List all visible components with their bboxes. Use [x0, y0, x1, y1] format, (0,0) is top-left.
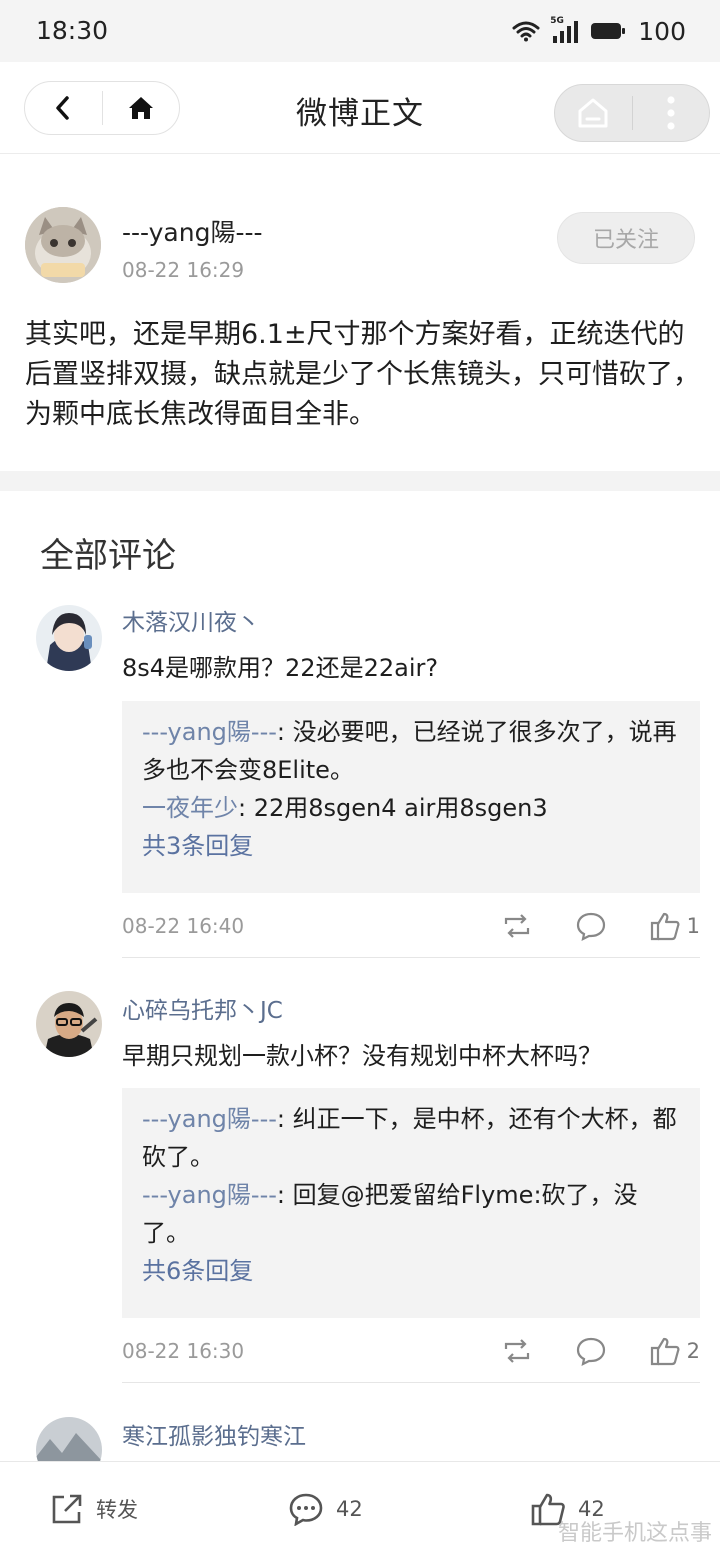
comment-username[interactable]: 寒江孤影独钓寒江: [122, 1417, 306, 1451]
comment-icon: [289, 1493, 323, 1526]
reply-line: ---yang陽---: 回复@把爱留给Flyme:砍了，没了。: [142, 1176, 680, 1252]
repost-label: 转发: [96, 1498, 138, 1522]
follow-button[interactable]: 已关注: [557, 212, 695, 264]
more-replies-link[interactable]: 共6条回复: [142, 1252, 680, 1290]
comment-avatar[interactable]: [36, 605, 102, 671]
comment-actions: 2: [459, 1331, 700, 1371]
comment-text: 早期只规划一款小杯？没有规划中杯大杯吗？: [122, 1042, 602, 1070]
house-outline-icon: [578, 98, 608, 128]
comment-avatar[interactable]: [36, 1417, 102, 1461]
reply-line: 一夜年少: 22用8sgen4 air用8sgen3: [142, 789, 680, 827]
reply-username[interactable]: ---yang陽---: [142, 1181, 277, 1209]
thumbs-up-icon: [650, 1337, 680, 1366]
comment-bubble-icon: [576, 1337, 605, 1366]
like-button[interactable]: 2: [649, 1336, 700, 1366]
comment-actions: 1: [459, 906, 700, 946]
share-icon: [52, 1494, 82, 1524]
more-button[interactable]: [633, 84, 710, 142]
mini-home-button[interactable]: [555, 84, 632, 142]
like-button[interactable]: 1: [649, 911, 700, 941]
comments-title: 全部评论: [40, 536, 176, 576]
battery-level: 100: [638, 16, 686, 46]
comment-divider: [122, 1382, 700, 1383]
comment-divider: [122, 957, 700, 958]
repost-icon: [504, 914, 529, 938]
post-text: 其实吧，还是早期6.1±尺寸那个方案好看，正统迭代的后置竖排双摄，缺点就是少了个…: [25, 319, 700, 430]
watermark-text: 智能手机这点事: [557, 1521, 712, 1546]
author-avatar[interactable]: [25, 207, 101, 283]
repost-icon: [504, 1339, 529, 1363]
comment-avatar[interactable]: [36, 991, 102, 1057]
comment-meta: 08-22 16:30 2: [122, 1331, 700, 1371]
status-icons: 5G 100: [512, 16, 686, 46]
more-vertical-icon: [667, 96, 675, 130]
repost-button[interactable]: [501, 1338, 533, 1364]
comment-meta: 08-22 16:40 1: [122, 906, 700, 946]
post-time: 08-22 16:29: [122, 258, 245, 282]
like-count: 1: [686, 914, 700, 938]
reply-box[interactable]: ---yang陽---: 纠正一下，是中杯，还有个大杯，都砍了。 ---yang…: [122, 1088, 700, 1318]
weibo-post: ---yang陽--- 08-22 16:29 已关注 其实吧，还是早期6.1±…: [0, 155, 720, 471]
more-replies-link[interactable]: 共3条回复: [142, 827, 680, 865]
reply-line: ---yang陽---: 没必要吧，已经说了很多次了，说再多也不会变8Elite…: [142, 713, 680, 789]
signal-icon: 5G: [550, 16, 580, 44]
reply-box[interactable]: ---yang陽---: 没必要吧，已经说了很多次了，说再多也不会变8Elite…: [122, 701, 700, 893]
section-separator: [0, 471, 720, 491]
reply-button[interactable]: [575, 911, 607, 941]
status-bar: 18:30 5G 100: [0, 0, 720, 62]
battery-icon: [591, 23, 626, 39]
comments-section: 全部评论 木落汉川夜丶 8s4是哪款用？22还是22air? ---yang陽-…: [0, 491, 720, 1461]
comment-action[interactable]: 42: [288, 1492, 363, 1526]
comment-username[interactable]: 心碎乌托邦丶JC: [122, 991, 283, 1025]
thumbs-up-icon: [650, 912, 680, 941]
comment-username[interactable]: 木落汉川夜丶: [122, 603, 260, 637]
repost-button[interactable]: [501, 913, 533, 939]
wifi-icon: [512, 21, 540, 42]
reply-button[interactable]: [575, 1336, 607, 1366]
author-name[interactable]: ---yang陽---: [122, 213, 263, 249]
reply-username[interactable]: ---yang陽---: [142, 718, 277, 746]
like-count: 2: [686, 1339, 700, 1363]
reply-username[interactable]: ---yang陽---: [142, 1105, 277, 1133]
status-time: 18:30: [36, 16, 109, 45]
top-navigation: 微博正文: [0, 62, 720, 154]
comment-time: 08-22 16:30: [122, 1339, 245, 1363]
repost-action[interactable]: 转发: [50, 1492, 138, 1526]
comment-text: 8s4是哪款用？22还是22air?: [122, 654, 439, 682]
comment-bubble-icon: [576, 912, 605, 941]
capsule-menu: [554, 84, 710, 142]
comment-time: 08-22 16:40: [122, 914, 245, 938]
reply-line: ---yang陽---: 纠正一下，是中杯，还有个大杯，都砍了。: [142, 1100, 680, 1176]
comment-count: 42: [336, 1497, 363, 1521]
reply-text: : 22用8sgen4 air用8sgen3: [238, 794, 548, 822]
reply-username[interactable]: 一夜年少: [142, 794, 238, 822]
